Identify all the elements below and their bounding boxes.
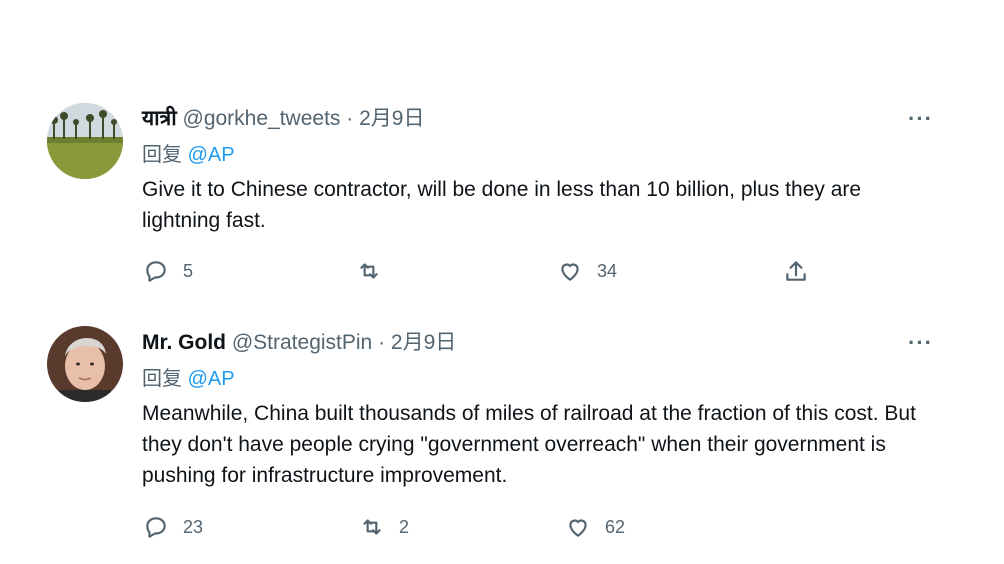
reply-icon: [146, 517, 166, 538]
reply-prefix: 回复: [142, 144, 182, 166]
tweet-text: Give it to Chinese contractor, will be d…: [142, 178, 862, 232]
display-name[interactable]: यात्री: [142, 107, 177, 130]
reply-to-link[interactable]: @AP: [188, 368, 235, 390]
tweet-2[interactable]: Mr. Gold @StrategistPin · 2月9日 ··· 回复 @A…: [0, 300, 1004, 564]
heart-icon: [569, 519, 587, 537]
reply-prefix: 回复: [142, 368, 182, 390]
portrait-avatar-icon: [47, 326, 123, 402]
share-icon: [786, 261, 806, 281]
like-count: 62: [605, 516, 626, 537]
reply-button[interactable]: 23: [143, 514, 203, 540]
separator-dot: ·: [346, 107, 354, 130]
share-button[interactable]: [783, 258, 809, 284]
reply-to-link[interactable]: @AP: [188, 144, 235, 166]
reply-icon: [146, 261, 166, 282]
timestamp[interactable]: 2月9日: [391, 331, 456, 354]
more-options-button[interactable]: ···: [908, 330, 933, 356]
reply-count: 23: [183, 516, 204, 537]
retweet-count: 2: [399, 516, 410, 537]
timestamp[interactable]: 2月9日: [359, 107, 424, 130]
handle[interactable]: @gorkhe_tweets: [183, 107, 341, 130]
avatar[interactable]: [47, 103, 123, 179]
retweet-icon: [360, 263, 378, 279]
display-name[interactable]: Mr. Gold: [142, 331, 226, 354]
separator-dot: ·: [378, 331, 386, 354]
retweet-button[interactable]: 2: [359, 514, 409, 540]
avatar[interactable]: [47, 326, 123, 402]
tweet-text: Meanwhile, China built thousands of mile…: [142, 402, 916, 487]
tweet-1[interactable]: यात्री @gorkhe_tweets · 2月9日 ··· 回复 @AP …: [0, 0, 1004, 300]
heart-icon: [561, 263, 579, 281]
reply-to-line: 回复 @AP: [142, 366, 235, 392]
like-count: 34: [597, 260, 618, 281]
reply-count: 5: [183, 260, 194, 281]
tweet-header: यात्री @gorkhe_tweets · 2月9日: [142, 106, 424, 132]
landscape-avatar-icon: [47, 103, 123, 179]
more-options-button[interactable]: ···: [908, 106, 933, 132]
like-button[interactable]: 34: [557, 258, 617, 284]
reply-to-line: 回复 @AP: [142, 142, 235, 168]
retweet-button[interactable]: [356, 258, 396, 284]
reply-button[interactable]: 5: [143, 258, 193, 284]
tweet-header: Mr. Gold @StrategistPin · 2月9日: [142, 330, 456, 356]
handle[interactable]: @StrategistPin: [232, 331, 372, 354]
retweet-icon: [363, 519, 381, 535]
like-button[interactable]: 62: [565, 514, 625, 540]
